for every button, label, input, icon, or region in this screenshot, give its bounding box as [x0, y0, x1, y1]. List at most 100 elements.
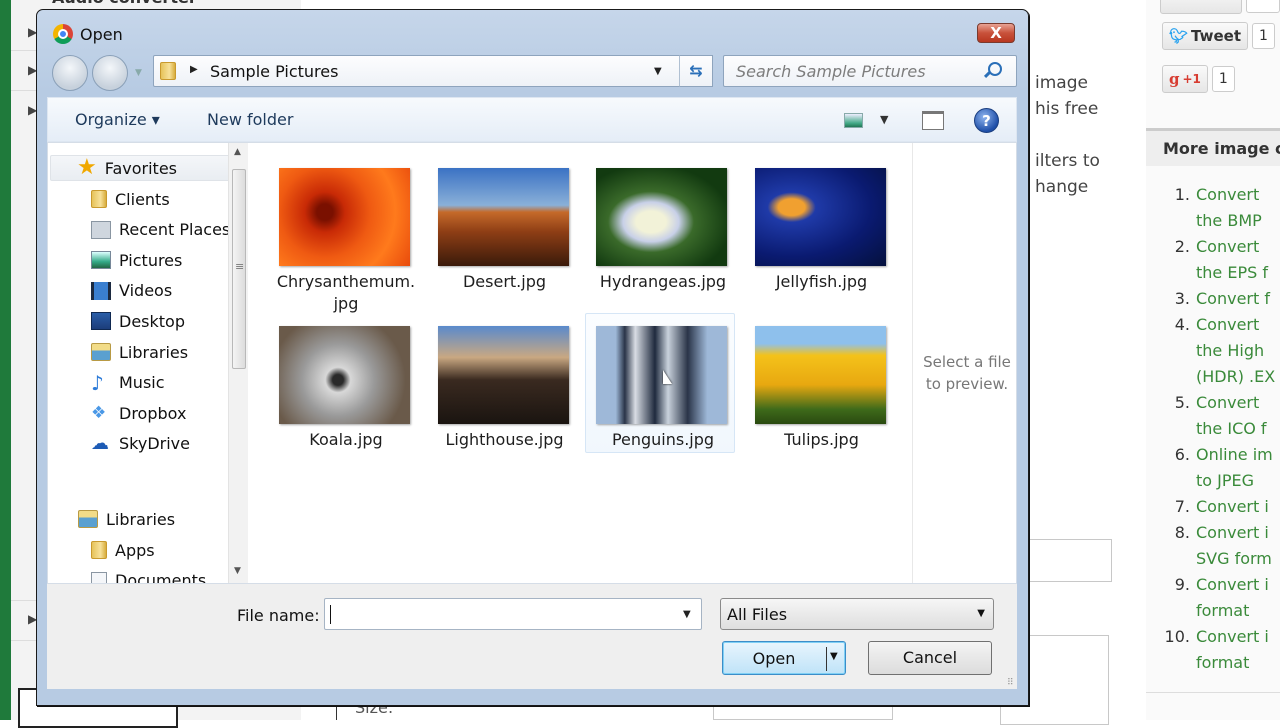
change-view-icon[interactable] — [844, 113, 863, 128]
recent-locations-dropdown[interactable]: ▼ — [135, 68, 142, 78]
navigation-pane: ★ Favorites Clients Recent Places Pictures… — [48, 143, 248, 583]
converter-link[interactable]: the High — [1196, 338, 1264, 364]
converter-link[interactable]: Convert i — [1196, 520, 1269, 546]
converter-link-item[interactable]: 1. Convert — [1152, 182, 1280, 208]
address-bar[interactable]: ▶ Sample Pictures ▼ — [153, 55, 710, 87]
scroll-down-icon[interactable]: ▼ — [234, 566, 241, 576]
preview-pane-icon[interactable] — [922, 111, 944, 130]
favorites-star-icon: ★ — [77, 155, 97, 180]
converter-link[interactable]: format — [1196, 598, 1249, 624]
facebook-like-button[interactable] — [1160, 0, 1242, 14]
breadcrumb-current[interactable]: Sample Pictures — [210, 62, 338, 81]
nav-item-skydrive[interactable]: ☁ SkyDrive — [91, 431, 190, 457]
nav-favorites[interactable]: ★ Favorites — [50, 155, 246, 181]
converter-link-item[interactable]: 3. Convert f — [1152, 286, 1280, 312]
organize-button[interactable]: Organize ▾ — [75, 110, 160, 129]
file-name-dropdown-icon[interactable]: ▼ — [683, 609, 691, 620]
file-item[interactable]: Penguins.jpg — [585, 313, 735, 453]
back-button[interactable] — [52, 55, 88, 91]
converter-link[interactable]: Convert — [1196, 312, 1259, 338]
gplus-button[interactable]: g +1 — [1162, 65, 1208, 93]
converter-link-item[interactable]: to JPEG — [1152, 468, 1280, 494]
nav-item-libraries[interactable]: Libraries — [91, 339, 188, 365]
converter-link[interactable]: Convert — [1196, 390, 1259, 416]
nav-scrollbar[interactable]: ▲ ▼ — [228, 143, 248, 583]
gplus-share[interactable]: g +1 1 — [1162, 65, 1235, 93]
file-name-combobox[interactable]: ▼ — [324, 598, 702, 630]
facebook-share[interactable] — [1160, 0, 1280, 14]
file-item[interactable]: Koala.jpg — [268, 313, 418, 453]
forward-button[interactable] — [92, 55, 128, 91]
search-input[interactable] — [724, 56, 984, 86]
converter-link[interactable]: Convert f — [1196, 286, 1270, 312]
search-icon[interactable] — [988, 62, 1002, 76]
view-options-dropdown[interactable]: ▼ — [880, 113, 888, 126]
converter-link-item[interactable]: format — [1152, 650, 1280, 676]
converter-link[interactable]: Online im — [1196, 442, 1273, 468]
file-thumbnail — [279, 326, 410, 424]
resize-grip-icon[interactable]: ⠿ — [1007, 678, 1014, 688]
converter-link-item[interactable]: the EPS f — [1152, 260, 1280, 286]
converter-link-item[interactable]: the High — [1152, 338, 1280, 364]
converter-link-item[interactable]: SVG form — [1152, 546, 1280, 572]
open-options-dropdown-icon[interactable]: ▼ — [830, 651, 838, 662]
converter-link[interactable]: the ICO f — [1196, 416, 1267, 442]
converter-link[interactable]: SVG form — [1196, 546, 1272, 572]
converter-link[interactable]: format — [1196, 650, 1249, 676]
converter-link-item[interactable]: (HDR) .EX — [1152, 364, 1280, 390]
converter-link-item[interactable]: 5. Convert — [1152, 390, 1280, 416]
nav-item-clients[interactable]: Clients — [91, 186, 170, 212]
file-name-input[interactable] — [325, 599, 675, 629]
tweet-button[interactable]: 🐦︎ Tweet — [1162, 22, 1249, 50]
file-item[interactable]: Chrysanthemum. jpg — [268, 155, 418, 313]
converter-link-item[interactable]: 6. Online im — [1152, 442, 1280, 468]
scrollbar-thumb[interactable] — [232, 169, 246, 369]
nav-item-desktop[interactable]: Desktop — [91, 308, 185, 334]
nav-item-documents[interactable]: Documents — [91, 568, 206, 583]
file-type-select[interactable]: All Files ▼ — [720, 598, 994, 630]
converter-link[interactable]: (HDR) .EX — [1196, 364, 1275, 390]
converter-link-item[interactable]: 8. Convert i — [1152, 520, 1280, 546]
breadcrumb-arrow-icon[interactable]: ▶ — [190, 64, 198, 75]
close-button[interactable]: X — [977, 23, 1015, 43]
nav-item-libraries[interactable]: Libraries — [78, 506, 175, 532]
scroll-up-icon[interactable]: ▲ — [234, 147, 241, 157]
converter-link[interactable]: Convert i — [1196, 494, 1269, 520]
dialog-titlebar[interactable]: Open X — [37, 10, 1028, 54]
converter-link[interactable]: Convert — [1196, 234, 1259, 260]
converter-link-item[interactable]: 7. Convert i — [1152, 494, 1280, 520]
converter-link-item[interactable]: the ICO f — [1152, 416, 1280, 442]
cancel-button[interactable]: Cancel — [868, 641, 992, 675]
converter-link[interactable]: the EPS f — [1196, 260, 1268, 286]
nav-item-videos[interactable]: Videos — [91, 278, 172, 304]
file-item[interactable]: Jellyfish.jpg — [744, 155, 894, 295]
open-button[interactable]: Open ▼ — [722, 641, 846, 675]
converter-link-item[interactable]: 4. Convert — [1152, 312, 1280, 338]
new-folder-button[interactable]: New folder — [207, 110, 293, 129]
list-number: 3. — [1174, 289, 1190, 308]
search-box[interactable] — [723, 55, 1017, 87]
nav-item-apps[interactable]: Apps — [91, 537, 155, 563]
converter-link-item[interactable]: format — [1152, 598, 1280, 624]
converter-link-item[interactable]: 2. Convert — [1152, 234, 1280, 260]
converter-link[interactable]: Convert i — [1196, 572, 1269, 598]
converter-link[interactable]: the BMP — [1196, 208, 1262, 234]
nav-item-music[interactable]: ♪ Music — [91, 370, 165, 396]
refresh-button[interactable]: ⇆ — [679, 55, 713, 87]
converter-link[interactable]: Convert — [1196, 182, 1259, 208]
file-item[interactable]: Hydrangeas.jpg — [585, 155, 735, 295]
tweet-share[interactable]: 🐦︎ Tweet 1 — [1162, 22, 1275, 50]
file-item[interactable]: Lighthouse.jpg — [427, 313, 577, 453]
address-dropdown-icon[interactable]: ▼ — [654, 66, 662, 77]
converter-link[interactable]: to JPEG — [1196, 468, 1254, 494]
nav-item-recent-places[interactable]: Recent Places — [91, 217, 230, 243]
file-item[interactable]: Tulips.jpg — [744, 313, 894, 453]
file-item[interactable]: Desert.jpg — [427, 155, 577, 295]
nav-item-dropbox[interactable]: ❖ Dropbox — [91, 400, 186, 426]
converter-link-item[interactable]: 10. Convert i — [1152, 624, 1280, 650]
converter-link-item[interactable]: the BMP — [1152, 208, 1280, 234]
converter-link-item[interactable]: 9. Convert i — [1152, 572, 1280, 598]
nav-item-pictures[interactable]: Pictures — [91, 247, 182, 273]
converter-link[interactable]: Convert i — [1196, 624, 1269, 650]
help-icon[interactable]: ? — [974, 108, 999, 133]
